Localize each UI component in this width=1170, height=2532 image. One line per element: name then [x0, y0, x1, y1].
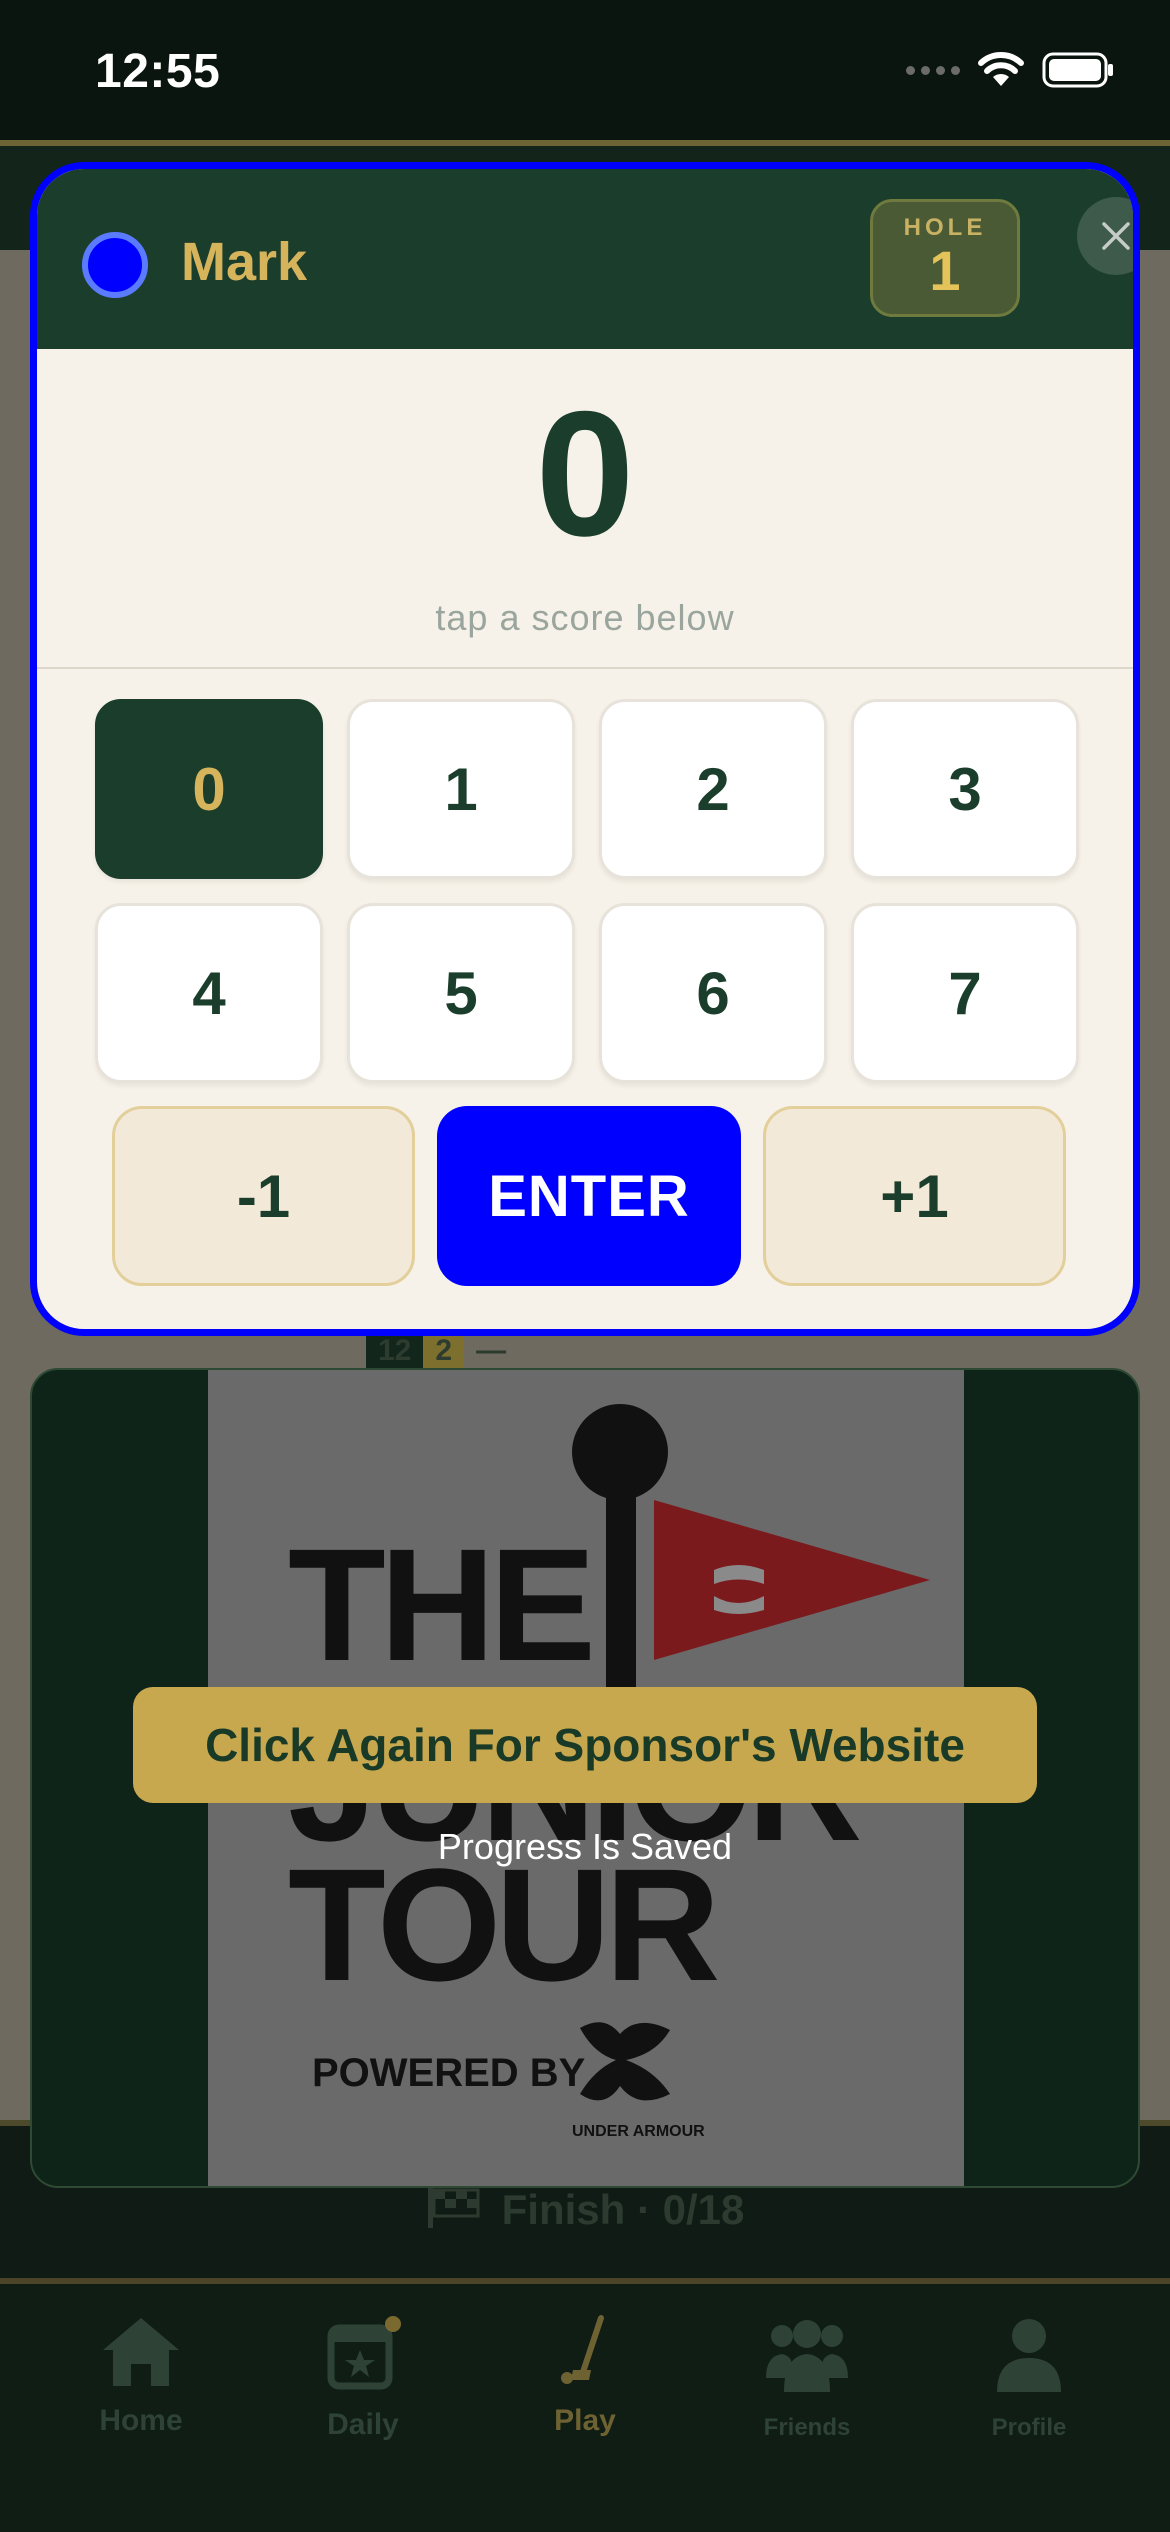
score-key-0[interactable]: 0: [95, 699, 323, 879]
calendar-star-icon: [327, 2316, 401, 2390]
home-icon: [103, 2318, 179, 2386]
increment-button[interactable]: +1: [763, 1106, 1066, 1286]
score-hint: tap a score below: [435, 597, 735, 638]
tab-friends[interactable]: Friends: [707, 2314, 907, 2532]
progress-saved-note: Progress Is Saved: [437, 1826, 733, 1867]
tab-label: Play: [554, 2404, 616, 2437]
powered-by-text: POWERED BY: [312, 2051, 586, 2095]
wifi-icon: [978, 52, 1024, 86]
score-key-6[interactable]: 6: [599, 903, 827, 1083]
score-key-2[interactable]: 2: [599, 699, 827, 879]
enter-button[interactable]: ENTER: [437, 1106, 741, 1286]
tab-label: Friends: [763, 2414, 851, 2441]
tab-profile[interactable]: Profile: [929, 2314, 1129, 2532]
hole-badge: HOLE 1: [870, 199, 1020, 317]
tab-play[interactable]: Play: [485, 2314, 685, 2532]
background-score-strip: 12 2 —: [366, 1330, 806, 1370]
score-entry-modal: Mark HOLE 1 0 tap a score below 0 1 2 3 …: [30, 162, 1140, 1336]
tab-daily[interactable]: Daily: [263, 2314, 463, 2532]
brand-text: UNDER ARMOUR: [572, 2123, 705, 2140]
hole-label: HOLE: [903, 214, 987, 241]
decrement-button[interactable]: -1: [112, 1106, 415, 1286]
friends-icon: [766, 2320, 848, 2392]
score-strip-cell: 12: [378, 1334, 412, 1367]
status-time: 12:55: [95, 45, 221, 98]
score-key-5[interactable]: 5: [347, 903, 575, 1083]
score-strip-cell: 2: [423, 1330, 465, 1370]
score-actions: -1 ENTER +1: [112, 1106, 1072, 1286]
tab-bar: Home Daily Play Friends Profile: [0, 2278, 1170, 2532]
finish-label: Finish · 0/18: [501, 2186, 745, 2233]
close-icon: [1102, 222, 1130, 250]
hole-number: 1: [929, 239, 961, 302]
tab-label: Home: [99, 2404, 183, 2437]
status-bar: 12:55: [0, 0, 1170, 140]
tab-label: Profile: [991, 2414, 1067, 2441]
score-key-7[interactable]: 7: [851, 903, 1079, 1083]
cellular-signal-icon: [906, 65, 960, 75]
score-strip-cell: —: [464, 1330, 806, 1370]
modal-header: Mark HOLE 1: [37, 169, 1133, 349]
score-display: 0 tap a score below: [37, 349, 1133, 669]
score-key-1[interactable]: 1: [347, 699, 575, 879]
score-value: 0: [535, 374, 635, 573]
score-keypad: 0 1 2 3 4 5 6 7: [95, 699, 1085, 1083]
tab-home[interactable]: Home: [41, 2314, 241, 2532]
golf-club-icon: [561, 2315, 604, 2384]
score-key-3[interactable]: 3: [851, 699, 1079, 879]
battery-icon: [1042, 52, 1113, 88]
close-button[interactable]: [1077, 197, 1133, 275]
profile-icon: [997, 2319, 1061, 2392]
logo-line-1: THE: [288, 1515, 590, 1694]
status-icons: [906, 52, 1114, 88]
tab-label: Daily: [327, 2408, 399, 2441]
player-color-dot: [82, 232, 148, 298]
sponsor-website-button[interactable]: Click Again For Sponsor's Website: [133, 1687, 1037, 1803]
player-name: Mark: [181, 232, 308, 292]
checkered-flag-icon: [427, 2188, 480, 2228]
score-key-4[interactable]: 4: [95, 903, 323, 1083]
